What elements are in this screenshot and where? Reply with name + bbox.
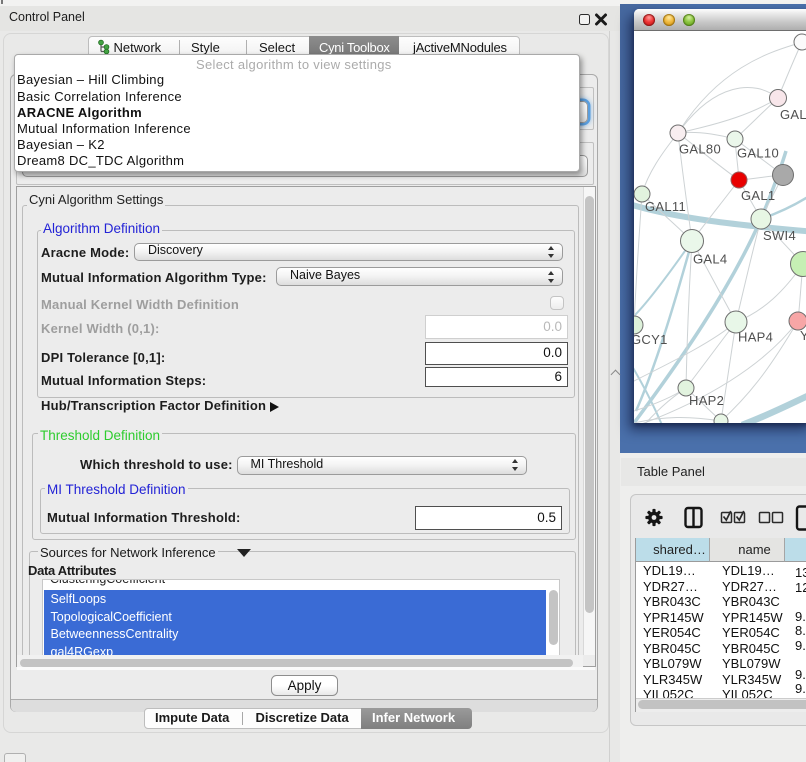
svg-text:SWI4: SWI4 [763, 228, 796, 243]
svg-text:GCY1: GCY1 [634, 332, 668, 347]
svg-text:HAP2: HAP2 [689, 393, 724, 408]
svg-text:GAL11: GAL11 [645, 199, 686, 214]
svg-text:GAL4: GAL4 [693, 252, 727, 267]
svg-text:HAP4: HAP4 [738, 330, 773, 345]
svg-text:GAL7: GAL7 [780, 107, 806, 122]
svg-text:Y: Y [800, 328, 806, 343]
svg-text:GAL10: GAL10 [737, 146, 779, 161]
svg-text:GAL1: GAL1 [741, 188, 775, 203]
svg-text:GAL80: GAL80 [679, 142, 721, 157]
